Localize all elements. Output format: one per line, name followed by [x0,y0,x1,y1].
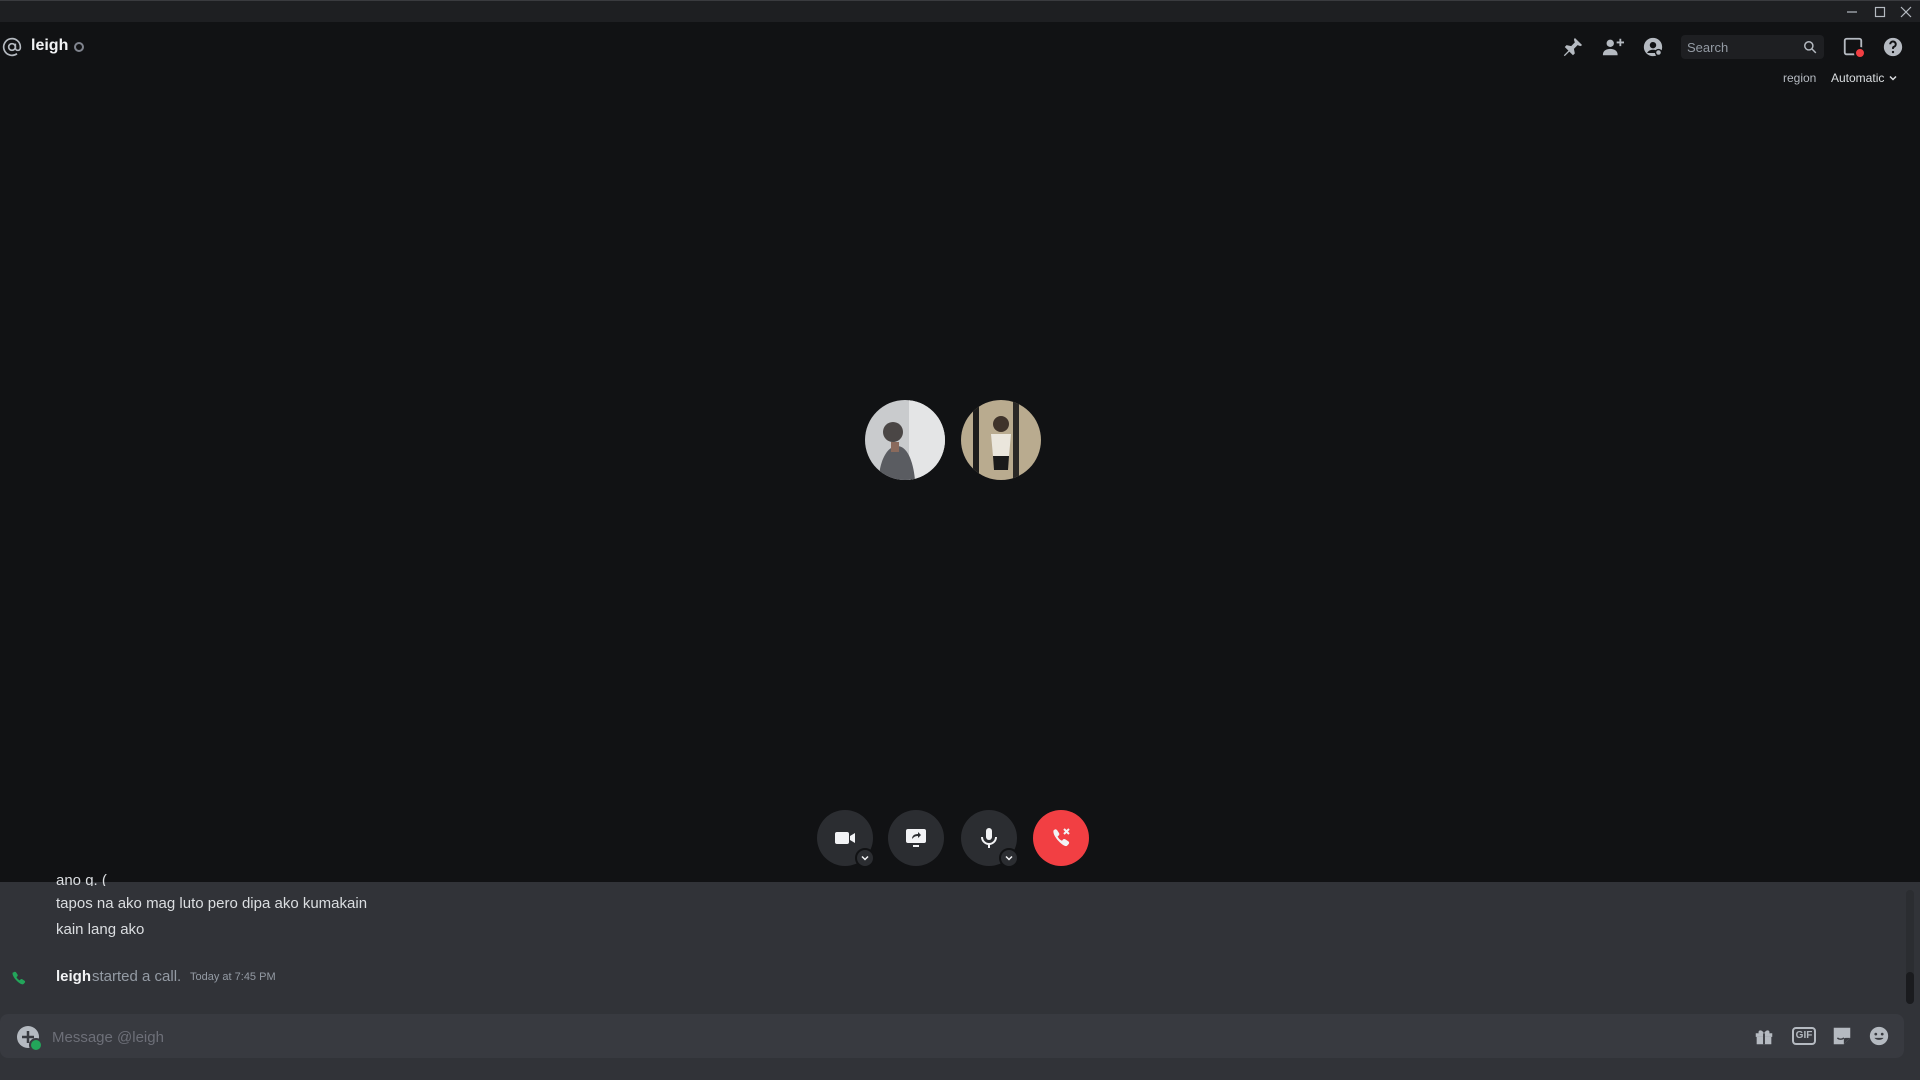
maximize-button[interactable] [1866,1,1894,23]
phone-icon [12,971,26,985]
message-text: tapos na ako mag luto pero dipa ako kuma… [56,895,368,912]
log-timestamp: Today at 7:45 PM [190,971,276,983]
window-titlebar [0,0,1920,22]
camera-options-button[interactable] [855,848,875,868]
chat-panel: ano g. ( tapos na ako mag luto pero dipa… [0,872,1920,1080]
sticker-icon [1833,1027,1851,1045]
user-profile-icon [1643,37,1663,57]
close-icon [1900,6,1912,18]
disconnect-call-button[interactable] [1033,810,1089,866]
minimize-button[interactable] [1838,1,1866,23]
status-indicator [74,42,84,52]
chevron-down-icon [1005,855,1013,861]
upload-badge [29,1038,43,1052]
add-friends-to-dm-button[interactable] [1600,34,1626,60]
chevron-down-icon [861,855,869,861]
emoji-icon [1869,1026,1889,1046]
end-call-icon [1053,828,1070,847]
search-placeholder: Search [1687,40,1729,55]
show-user-profile-button[interactable] [1640,34,1666,60]
message-input[interactable] [50,1014,1734,1060]
screen-share-icon [906,829,926,847]
avatar-photo-icon [865,400,945,480]
add-friend-icon [1602,38,1624,56]
gift-button[interactable] [1752,1024,1776,1048]
camera-icon [835,832,855,844]
gif-button[interactable]: GIF [1791,1024,1817,1048]
dm-username[interactable]: leigh [31,37,68,55]
message-composer: GIF [0,1014,1904,1060]
microphone-options-button[interactable] [999,848,1019,868]
call-started-log: leigh started a call. Today at 7:45 PM [0,966,1900,990]
emoji-button[interactable] [1867,1024,1891,1048]
notification-dot [1854,47,1866,59]
participant-avatar-1[interactable] [865,400,945,480]
minimize-icon [1847,11,1857,13]
log-username[interactable]: leigh [56,968,91,985]
inbox-button[interactable] [1840,34,1866,60]
camera-button[interactable] [817,810,875,868]
microphone-button[interactable] [961,810,1019,868]
pinned-messages-button[interactable] [1560,34,1586,60]
gif-icon: GIF [1791,1027,1817,1045]
pin-icon [1563,37,1583,57]
screen-share-button[interactable] [888,810,944,866]
close-window-button[interactable] [1892,1,1920,23]
maximize-icon [1874,6,1886,18]
at-sign-icon [2,37,22,57]
message-text: ano g. ( [56,872,107,886]
region-value: Automatic [1831,71,1885,85]
region-label: region [1783,71,1817,85]
microphone-icon [981,828,997,848]
avatar-photo-icon [961,400,1041,480]
message-text: kain lang ako [56,921,145,938]
log-action: started a call. [92,968,182,985]
sticker-button[interactable] [1830,1024,1854,1048]
scrollbar-thumb[interactable] [1906,972,1914,1004]
chat-scrollbar[interactable] [1906,890,1914,1004]
chevron-down-icon [1889,75,1897,81]
help-icon [1883,37,1903,57]
region-selector[interactable]: Automatic [1831,71,1898,85]
search-icon [1804,41,1817,54]
help-button[interactable] [1880,34,1906,60]
channel-header: leigh Search [0,22,1920,70]
gift-icon [1755,1030,1773,1045]
call-area [0,22,1920,882]
search-box[interactable]: Search [1681,35,1824,59]
participant-avatar-2[interactable] [961,400,1041,480]
